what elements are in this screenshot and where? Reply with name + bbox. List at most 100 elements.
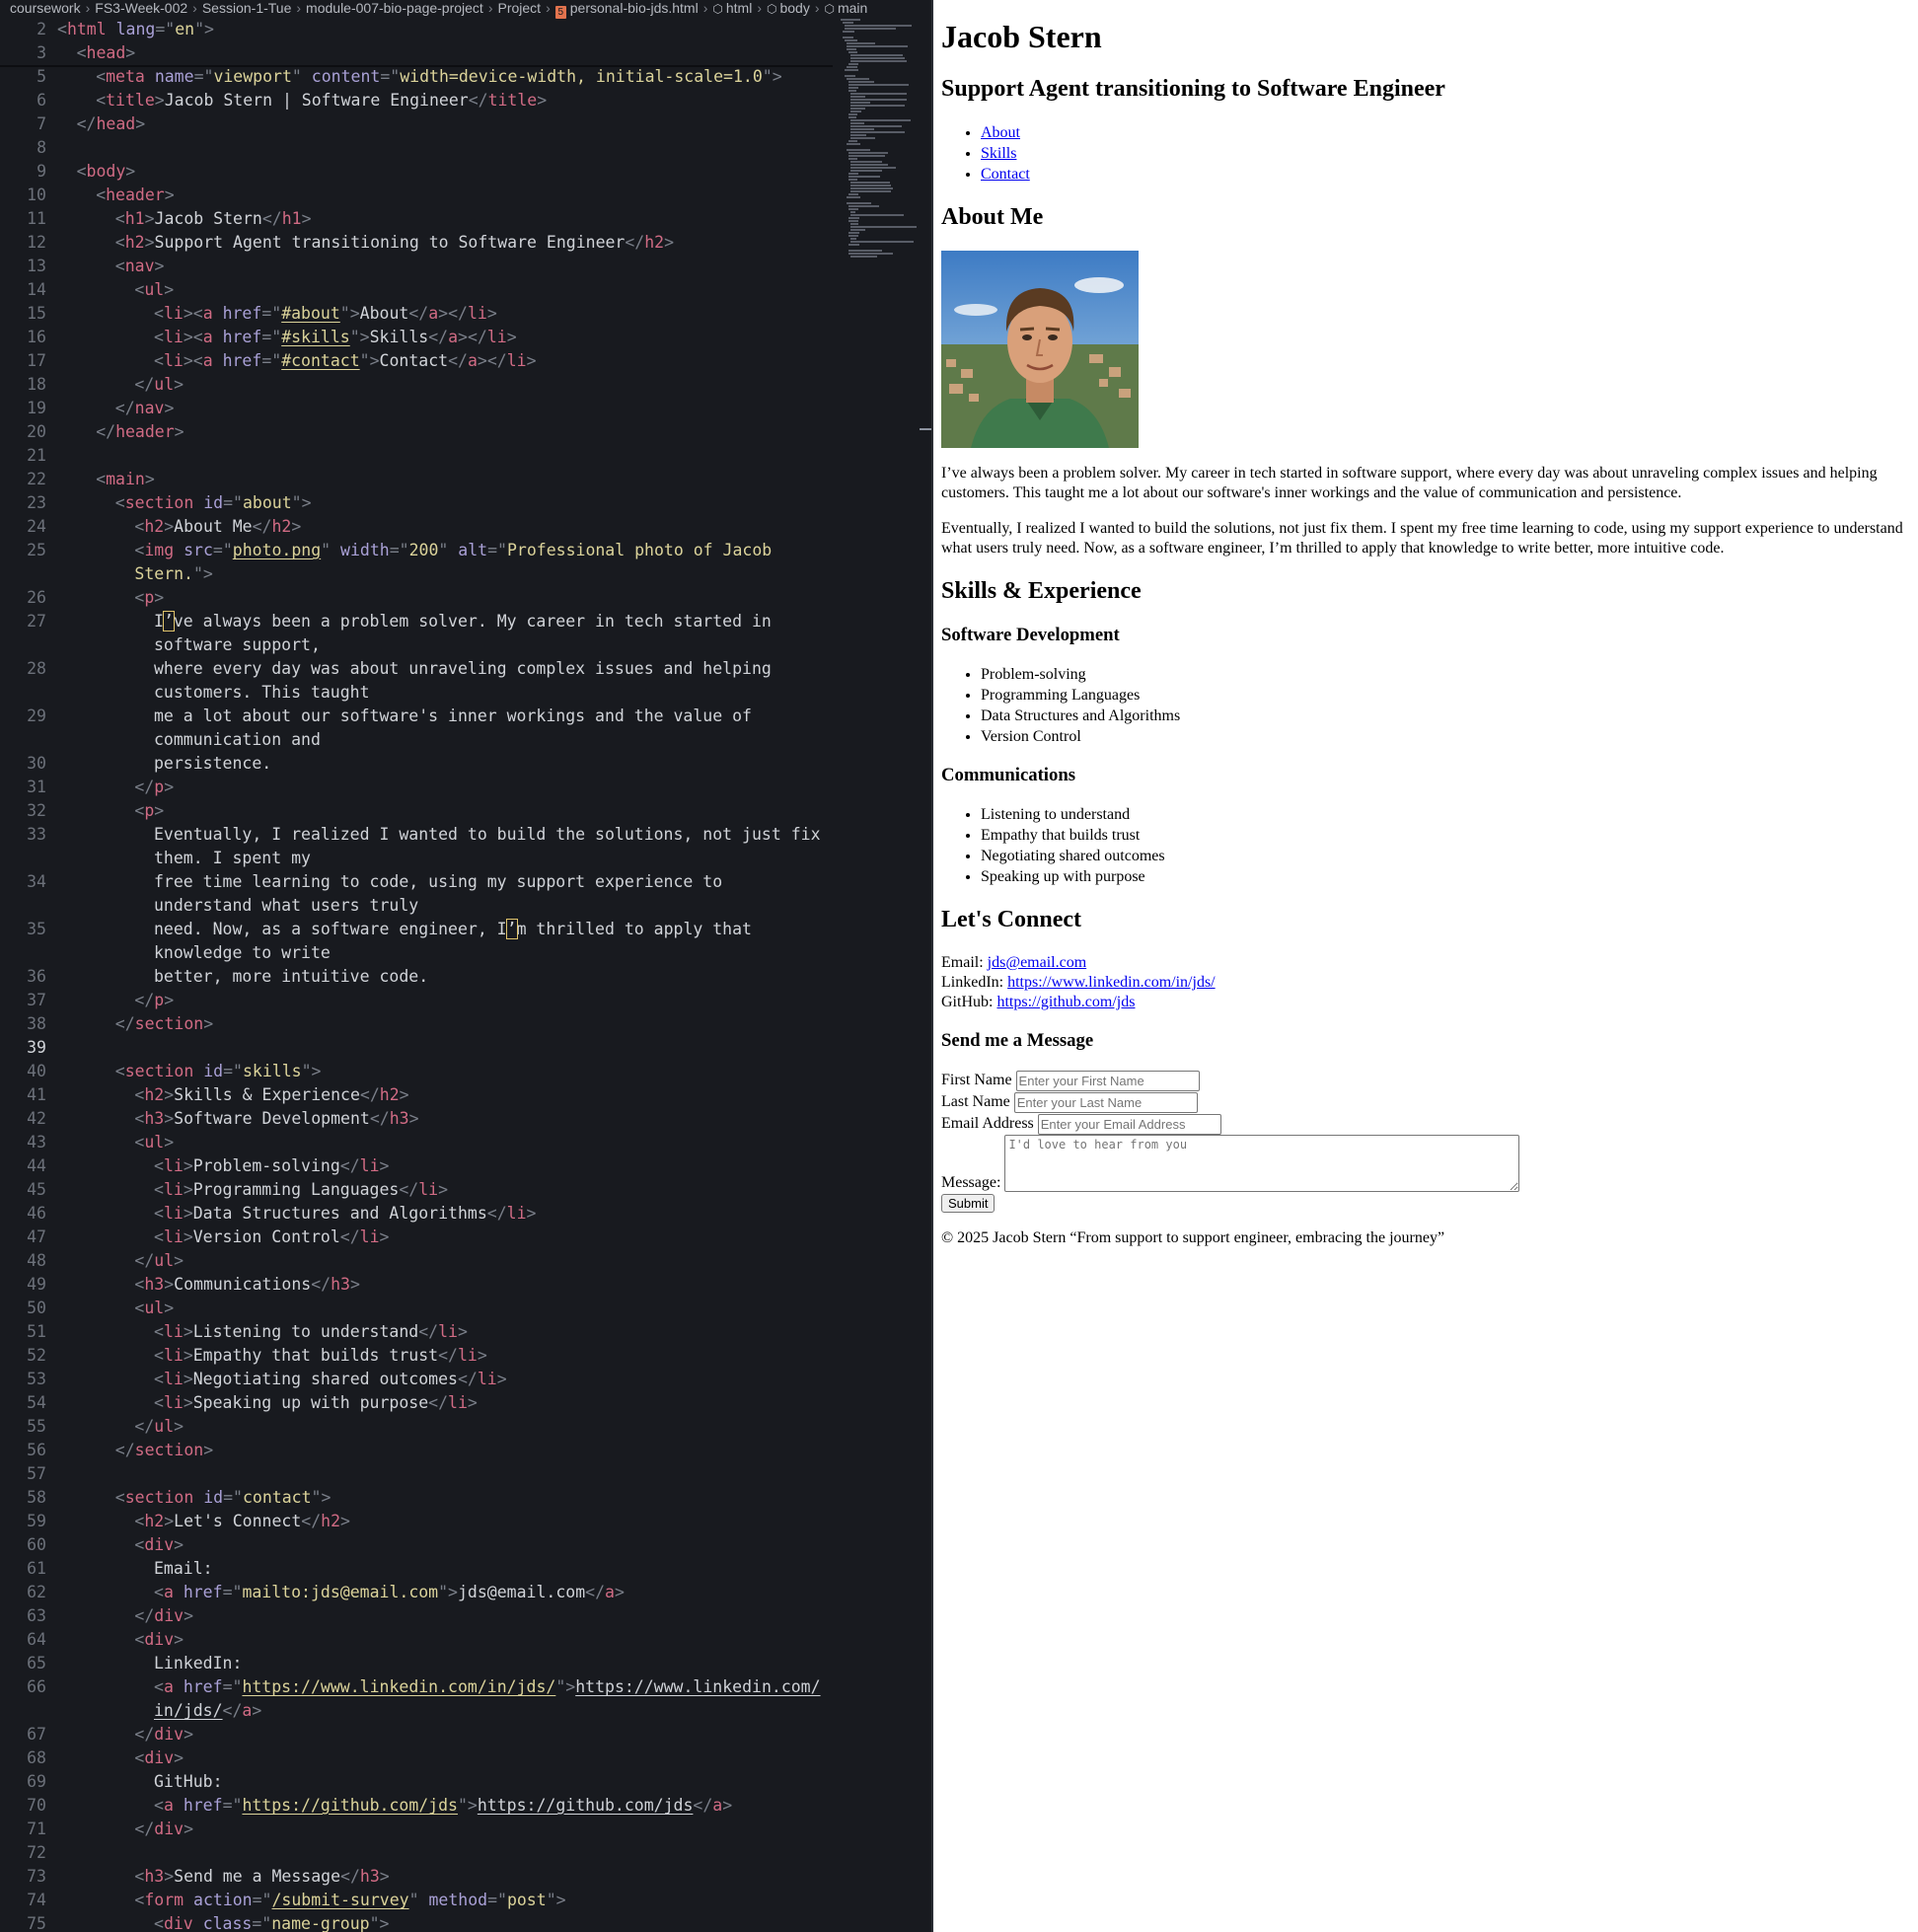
breadcrumb-item[interactable]: FS3-Week-002 [95, 0, 187, 16]
code-line[interactable]: 70 <a href="https://github.com/jds">https… [0, 1794, 839, 1818]
code-line[interactable]: 42 <h3>Software Development</h3> [0, 1107, 839, 1131]
code-line[interactable]: 73 <h3>Send me a Message</h3> [0, 1865, 839, 1889]
code-line[interactable]: 67 </div> [0, 1723, 839, 1746]
code-line[interactable]: 30 persistence. [0, 752, 839, 776]
code-line[interactable]: 56 </section> [0, 1439, 839, 1462]
code-line[interactable]: 51 <li>Listening to understand</li> [0, 1320, 839, 1344]
code-line[interactable]: 53 <li>Negotiating shared outcomes</li> [0, 1368, 839, 1391]
code-line[interactable]: 20 </header> [0, 420, 839, 444]
breadcrumb-item[interactable]: main [838, 0, 867, 16]
breadcrumb-item[interactable]: module-007-bio-page-project [306, 0, 483, 16]
code-line[interactable]: 37 </p> [0, 989, 839, 1012]
code-line[interactable]: 11 <h1>Jacob Stern</h1> [0, 207, 839, 231]
code-line[interactable]: 52 <li>Empathy that builds trust</li> [0, 1344, 839, 1368]
code-line[interactable]: 59 <h2>Let's Connect</h2> [0, 1510, 839, 1533]
breadcrumb-item[interactable]: Session-1-Tue [202, 0, 292, 16]
nav-link-contact[interactable]: Contact [981, 166, 1030, 183]
code-line[interactable]: 58 <section id="contact"> [0, 1486, 839, 1510]
scrollbar-marker[interactable] [920, 428, 931, 430]
code-line[interactable]: 75 <div class="name-group"> [0, 1912, 839, 1932]
code-line[interactable]: 8 [0, 136, 839, 160]
code-line[interactable]: 26 <p> [0, 586, 839, 610]
code-line[interactable]: 28 where every day was about unraveling c… [0, 657, 839, 681]
breadcrumb-item[interactable]: coursework [10, 0, 81, 16]
code-line[interactable]: 71 </div> [0, 1818, 839, 1841]
submit-button[interactable]: Submit [941, 1194, 996, 1213]
code-line[interactable]: 24 <h2>About Me</h2> [0, 515, 839, 539]
code-line[interactable]: 14 <ul> [0, 278, 839, 302]
code-line[interactable]: 46 <li>Data Structures and Algorithms</li… [0, 1202, 839, 1226]
code-line[interactable]: 47 <li>Version Control</li> [0, 1226, 839, 1249]
code-line[interactable]: 55 </ul> [0, 1415, 839, 1439]
github-link[interactable]: https://github.com/jds [996, 994, 1135, 1010]
code-line[interactable]: 44 <li>Problem-solving</li> [0, 1154, 839, 1178]
code-line[interactable]: 32 <p> [0, 799, 839, 823]
code-line[interactable]: 10 <header> [0, 184, 839, 207]
code-line[interactable]: 65 LinkedIn: [0, 1652, 839, 1675]
nav-link-about[interactable]: About [981, 124, 1020, 141]
email-address-input[interactable] [1037, 1113, 1221, 1135]
breadcrumb-item[interactable]: personal-bio-jds.html [570, 0, 699, 16]
code-line[interactable]: 38 </section> [0, 1012, 839, 1036]
code-line[interactable]: 13 <nav> [0, 255, 839, 278]
code-line[interactable]: them. I spent my [0, 847, 839, 870]
first-name-input[interactable] [1015, 1070, 1200, 1091]
code-editor[interactable]: coursework › FS3-Week-002 › Session-1-Tue › mo… [0, 0, 931, 1932]
code-line[interactable]: 31 </p> [0, 776, 839, 799]
code-line[interactable]: 22 <main> [0, 468, 839, 491]
code-line[interactable]: 19 </nav> [0, 397, 839, 420]
code-line[interactable]: 35 need. Now, as a software engineer, I’m… [0, 918, 839, 941]
code-line[interactable]: 34 free time learning to code, using my s… [0, 870, 839, 894]
code-line[interactable]: 62 <a href="mailto:jds@email.com">jds@ema… [0, 1581, 839, 1604]
code-line[interactable]: in/jds/</a> [0, 1699, 839, 1723]
code-line[interactable]: 36 better, more intuitive code. [0, 965, 839, 989]
code-line[interactable]: 15 <li><a href="#about">About</a></li> [0, 302, 839, 326]
code-line[interactable]: 49 <h3>Communications</h3> [0, 1273, 839, 1297]
code-line[interactable]: 72 [0, 1841, 839, 1865]
code-line[interactable]: 9 <body> [0, 160, 839, 184]
code-line[interactable]: 40 <section id="skills"> [0, 1060, 839, 1083]
code-line[interactable]: knowledge to write [0, 941, 839, 965]
breadcrumb-item[interactable]: Project [498, 0, 542, 16]
code-line[interactable]: 16 <li><a href="#skills">Skills</a></li> [0, 326, 839, 349]
code-line[interactable]: 27 I’ve always been a problem solver. My … [0, 610, 839, 633]
breadcrumb-item[interactable]: body [779, 0, 809, 16]
code-line[interactable]: 66 <a href="https://www.linkedin.com/in/j… [0, 1675, 839, 1699]
code-line[interactable]: 25 <img src="photo.png" width="200" alt="… [0, 539, 839, 562]
code-line[interactable]: 41 <h2>Skills & Experience</h2> [0, 1083, 839, 1107]
code-line[interactable]: 17 <li><a href="#contact">Contact</a></li… [0, 349, 839, 373]
code-line[interactable]: 7 </head> [0, 112, 839, 136]
code-lines[interactable]: 2 <html lang="en"> 3 <head> 5 <meta name="vie… [0, 18, 839, 1932]
code-line[interactable]: software support, [0, 633, 839, 657]
code-line[interactable]: 64 <div> [0, 1628, 839, 1652]
nav-link-skills[interactable]: Skills [981, 145, 1016, 162]
code-line[interactable]: 39 [0, 1036, 839, 1060]
code-line[interactable]: 50 <ul> [0, 1297, 839, 1320]
code-line[interactable]: 45 <li>Programming Languages</li> [0, 1178, 839, 1202]
code-line[interactable]: 69 GitHub: [0, 1770, 839, 1794]
code-line[interactable]: 18 </ul> [0, 373, 839, 397]
code-line[interactable]: 60 <div> [0, 1533, 839, 1557]
code-line[interactable]: 2 <html lang="en"> [0, 18, 839, 41]
code-line[interactable]: 12 <h2>Support Agent transitioning to Sof… [0, 231, 839, 255]
code-line[interactable]: 23 <section id="about"> [0, 491, 839, 515]
code-line[interactable]: 61 Email: [0, 1557, 839, 1581]
code-line[interactable]: 6 <title>Jacob Stern | Software Engineer<… [0, 89, 839, 112]
code-line[interactable]: 48 </ul> [0, 1249, 839, 1273]
email-link[interactable]: jds@email.com [988, 954, 1087, 971]
code-line[interactable]: 63 </div> [0, 1604, 839, 1628]
code-line[interactable]: 54 <li>Speaking up with purpose</li> [0, 1391, 839, 1415]
code-line[interactable]: communication and [0, 728, 839, 752]
code-line[interactable]: 74 <form action="/submit-survey" method="… [0, 1889, 839, 1912]
code-line[interactable]: understand what users truly [0, 894, 839, 918]
minimap[interactable] [841, 18, 927, 274]
code-line[interactable]: 21 [0, 444, 839, 468]
code-line[interactable]: 5 <meta name="viewport" content="width=de… [0, 65, 839, 89]
message-textarea[interactable] [1004, 1135, 1520, 1192]
last-name-input[interactable] [1013, 1091, 1198, 1113]
linkedin-link[interactable]: https://www.linkedin.com/in/jds/ [1007, 974, 1216, 991]
code-line[interactable]: 68 <div> [0, 1746, 839, 1770]
code-line[interactable]: 29 me a lot about our software's inner wo… [0, 705, 839, 728]
code-line[interactable]: 57 [0, 1462, 839, 1486]
breadcrumb-item[interactable]: html [726, 0, 752, 16]
